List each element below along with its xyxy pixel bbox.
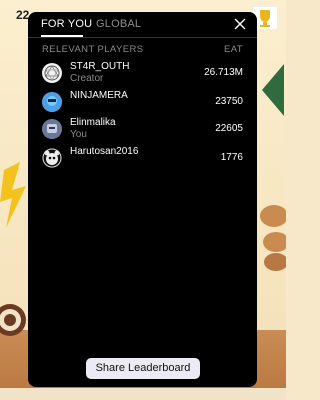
- player-name: Harutosan2016: [70, 146, 139, 157]
- metric-label: EAT: [224, 44, 243, 55]
- leaderboard-modal: FOR YOU GLOBAL RELEVANT PLAYERS EAT ST4R…: [28, 12, 257, 387]
- tab-global[interactable]: GLOBAL: [96, 18, 141, 30]
- player-name: ST4R_OUTH: [70, 61, 130, 72]
- blue-character-avatar: [42, 92, 62, 112]
- player-name: NINJAMERA: [70, 90, 128, 101]
- player-name: Elinmalika: [70, 117, 116, 128]
- share-leaderboard-button[interactable]: Share Leaderboard: [86, 358, 200, 379]
- tabs-divider: [28, 37, 257, 38]
- player-score: 23750: [215, 96, 243, 107]
- background-floor-edge: [0, 388, 286, 400]
- players-header: RELEVANT PLAYERS EAT: [42, 44, 243, 58]
- player-score: 26.713M: [204, 67, 243, 78]
- panda-avatar: [42, 148, 62, 168]
- lightning-decoration: [0, 162, 26, 228]
- player-row[interactable]: NINJAMERA 23750: [42, 89, 243, 115]
- player-row[interactable]: Elinmalika You 22605: [42, 116, 243, 142]
- leaf-decoration: [262, 64, 284, 116]
- player-score: 22605: [215, 123, 243, 134]
- player-score: 1776: [220, 152, 243, 163]
- cake-roll-decoration: [0, 304, 26, 336]
- player-row[interactable]: ST4R_OUTH Creator 26.713M: [42, 60, 243, 86]
- section-label: RELEVANT PLAYERS: [42, 44, 144, 55]
- close-icon[interactable]: [233, 17, 247, 31]
- tab-for-you[interactable]: FOR YOU: [41, 18, 92, 30]
- player-row[interactable]: Harutosan2016 1776: [42, 145, 243, 171]
- player-subtitle: Creator: [70, 73, 104, 84]
- bread-decoration: [260, 205, 286, 271]
- robot-avatar: [42, 119, 62, 139]
- geometric-avatar: [42, 63, 62, 83]
- player-subtitle: You: [70, 129, 87, 140]
- leaderboard-tabs: FOR YOU GLOBAL: [28, 12, 257, 38]
